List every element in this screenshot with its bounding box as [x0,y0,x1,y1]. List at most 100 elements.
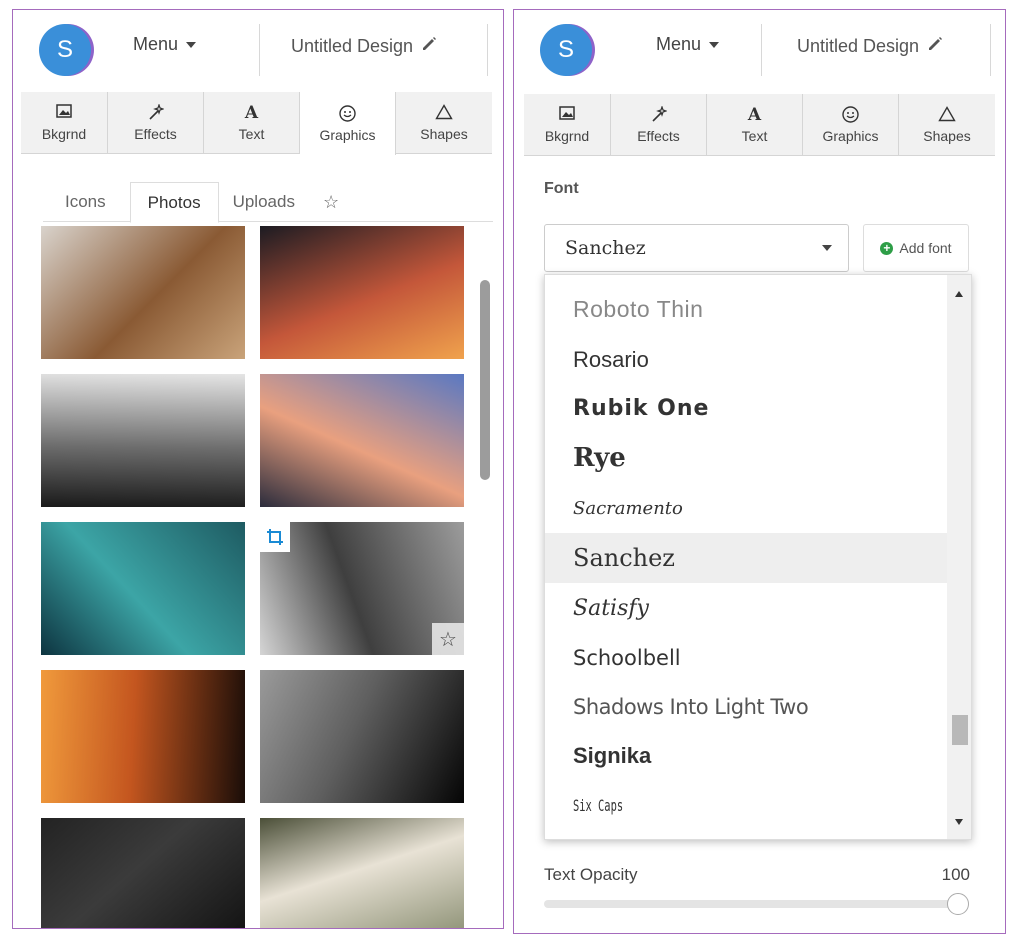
photo-thumbnail[interactable]: ☆ [260,522,464,655]
favorites-star-icon[interactable]: ☆ [309,182,353,222]
tool-bkgrnd[interactable]: Bkgrnd [524,94,611,156]
magic-wand-icon [148,104,164,122]
tool-shapes[interactable]: Shapes [396,92,492,154]
font-option[interactable]: Satisfy [545,583,947,633]
font-option-label: Sanchez [573,544,675,572]
design-title-button[interactable]: Untitled Design [291,36,437,57]
font-option-label: Schoolbell [573,646,681,670]
scrollbar-thumb[interactable] [952,715,968,745]
scrollbar[interactable] [480,280,490,480]
photo-thumbnail[interactable] [41,670,245,803]
font-option[interactable]: Sacramento [545,483,947,533]
menu-label: Menu [133,34,179,54]
menu-button[interactable]: Menu [656,34,720,55]
divider [761,24,762,76]
photo-thumbnail[interactable] [41,818,245,928]
tool-shapes[interactable]: Shapes [899,94,995,156]
chevron-down-icon [822,245,832,251]
font-option-label: Satisfy [573,595,649,621]
font-option[interactable]: Rye [545,433,947,483]
font-option[interactable]: Schoolbell [545,633,947,683]
font-option[interactable]: Six Caps [545,780,947,830]
tool-effects[interactable]: Effects [108,92,204,154]
font-option[interactable]: Roboto Thin [545,284,947,334]
divider [259,24,260,76]
text-panel: S Menu Untitled Design Bkgrnd Effects A … [513,9,1006,934]
tab-photos[interactable]: Photos [129,182,219,223]
font-dropdown-list: Roboto Thin Rosario Rubik One Rye Sacramento… [544,274,972,840]
font-option-label: Shadows Into Light Two [573,695,809,719]
triangle-icon [938,106,956,124]
font-option[interactable]: Signika [545,731,947,781]
avatar-letter: S [56,36,73,63]
font-option-label: Rye [573,443,626,473]
font-option-label: Rosario [573,347,649,372]
font-option[interactable]: Sanchez [545,533,947,583]
font-option-label: Rubik One [573,395,710,421]
opacity-slider-track[interactable] [544,900,964,908]
top-bar: S Menu Untitled Design [514,10,1005,92]
crop-icon[interactable] [260,522,290,552]
design-title-button[interactable]: Untitled Design [797,36,943,57]
tool-label: Bkgrnd [544,128,590,144]
tab-uploads[interactable]: Uploads [219,182,309,222]
menu-label: Menu [656,34,702,54]
user-avatar[interactable]: S [39,24,91,76]
menu-button[interactable]: Menu [133,34,197,55]
editor-toolbar: Bkgrnd Effects A Text Graphics Shapes [524,94,995,156]
photo-thumbnail[interactable] [260,670,464,803]
user-avatar[interactable]: S [540,24,592,76]
tool-effects[interactable]: Effects [611,94,707,156]
text-icon: A [244,103,259,123]
tool-label: Shapes [420,126,468,142]
opacity-slider-handle[interactable] [947,893,969,915]
favorite-star-icon[interactable]: ☆ [432,623,464,655]
tool-label: Bkgrnd [41,126,87,142]
scroll-down-icon[interactable] [955,819,963,825]
graphics-panel: S Menu Untitled Design Bkgrnd Effects A … [12,9,504,929]
tool-label: Graphics [822,128,879,144]
tool-label: Shapes [923,128,971,144]
tab-icons[interactable]: Icons [43,182,130,222]
font-option[interactable]: Shadows Into Light Two [545,682,947,732]
tool-bkgrnd[interactable]: Bkgrnd [21,92,108,154]
tool-graphics[interactable]: Graphics [803,94,899,156]
smiley-icon [339,104,356,123]
photo-thumbnail[interactable] [260,226,464,359]
pencil-icon [421,36,437,57]
tool-text[interactable]: A Text [707,94,803,156]
triangle-icon [435,104,453,122]
scroll-up-icon[interactable] [955,291,963,297]
chevron-down-icon [709,41,720,48]
plus-circle-icon: + [880,241,894,255]
font-select[interactable]: Sanchez [544,224,849,272]
text-opacity-value: 100 [941,865,970,884]
photo-thumbnail[interactable] [260,374,464,507]
smiley-icon [842,106,859,124]
selected-font: Sanchez [565,237,646,259]
design-title: Untitled Design [797,36,920,56]
avatar-letter: S [557,36,574,63]
tool-graphics[interactable]: Graphics [300,92,396,155]
text-icon: A [747,105,762,125]
photo-thumbnail[interactable] [41,226,245,359]
photo-thumbnail[interactable] [41,522,245,655]
font-option[interactable]: Rosario [545,335,947,385]
graphics-subtabs: Icons Photos Uploads ☆ [43,182,493,223]
dropdown-scrollbar[interactable] [947,275,971,839]
editor-toolbar: Bkgrnd Effects A Text Graphics Shapes [21,92,492,155]
divider [487,24,488,76]
tool-label: Graphics [319,126,376,143]
photo-thumbnail[interactable] [41,374,245,507]
font-option-label: Roboto Thin [573,295,704,322]
tool-text[interactable]: A Text [204,92,300,154]
add-font-button[interactable]: + Add font [863,224,969,272]
font-option[interactable]: Rubik One [545,383,947,433]
image-icon [56,104,72,122]
image-icon [559,106,575,124]
font-option-label: Sacramento [573,497,683,519]
chevron-down-icon [186,41,197,48]
design-title: Untitled Design [291,36,414,56]
tool-label: Effects [637,128,680,144]
photo-thumbnail[interactable] [260,818,464,928]
